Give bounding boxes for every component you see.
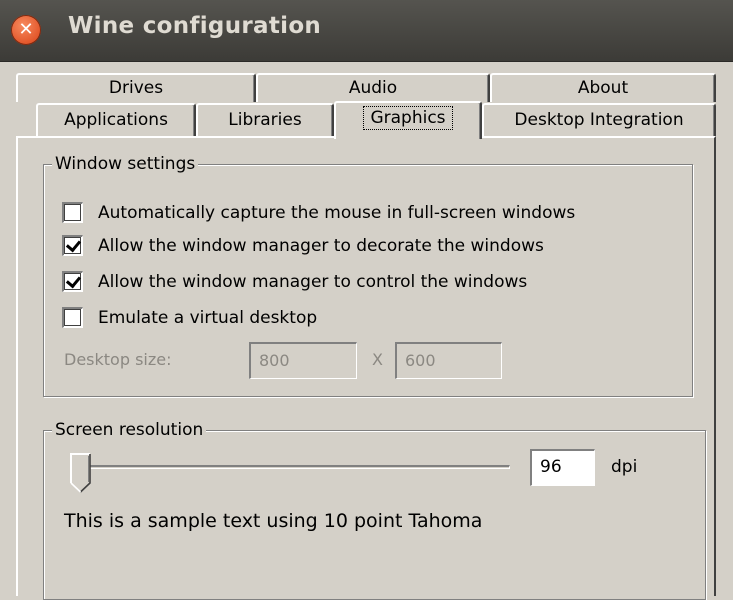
close-icon[interactable]: ✕ [11, 15, 41, 45]
tab-about[interactable]: About [490, 73, 716, 102]
tab-drives[interactable]: Drives [16, 73, 256, 102]
tab-about-label: About [577, 78, 629, 98]
tab-audio-label: Audio [348, 78, 398, 98]
window-title: Wine configuration [68, 13, 322, 39]
virtual-desktop-label: Emulate a virtual desktop [98, 308, 318, 328]
tab-drives-label: Drives [108, 78, 164, 98]
desktop-height-input[interactable]: 600 [395, 342, 502, 379]
dpi-unit-label: dpi [611, 457, 638, 477]
decorate-windows-checkbox[interactable] [62, 235, 83, 256]
tab-applications[interactable]: Applications [36, 103, 196, 136]
virtual-desktop-checkbox[interactable] [62, 307, 83, 328]
tab-desktop-integration[interactable]: Desktop Integration [482, 103, 716, 136]
tab-graphics[interactable]: Graphics [334, 101, 482, 139]
dpi-slider-thumb[interactable] [70, 453, 92, 493]
capture-mouse-checkbox[interactable] [62, 202, 83, 223]
title-bar: ✕ Wine configuration [0, 0, 733, 62]
dpi-slider-track[interactable] [85, 465, 510, 469]
capture-mouse-label: Automatically capture the mouse in full-… [98, 203, 576, 223]
sample-text: This is a sample text using 10 point Tah… [64, 510, 483, 532]
window-settings-title: Window settings [52, 153, 199, 175]
tab-desktop-integration-label: Desktop Integration [514, 110, 684, 130]
dpi-input[interactable]: 96 [530, 449, 595, 486]
tab-libraries-label: Libraries [228, 110, 302, 130]
screen-resolution-title: Screen resolution [52, 419, 207, 441]
tab-audio[interactable]: Audio [256, 73, 490, 102]
tab-applications-label: Applications [64, 110, 168, 130]
control-windows-label: Allow the window manager to control the … [98, 272, 528, 292]
tab-libraries[interactable]: Libraries [196, 103, 334, 136]
checkmark-icon [65, 236, 82, 253]
checkmark-icon [65, 272, 82, 289]
decorate-windows-label: Allow the window manager to decorate the… [98, 236, 544, 256]
desktop-size-label: Desktop size: [64, 350, 172, 369]
desktop-size-separator: X [372, 350, 383, 369]
desktop-width-input[interactable]: 800 [249, 342, 357, 379]
tab-graphics-label: Graphics [363, 106, 453, 130]
control-windows-checkbox[interactable] [62, 271, 83, 292]
